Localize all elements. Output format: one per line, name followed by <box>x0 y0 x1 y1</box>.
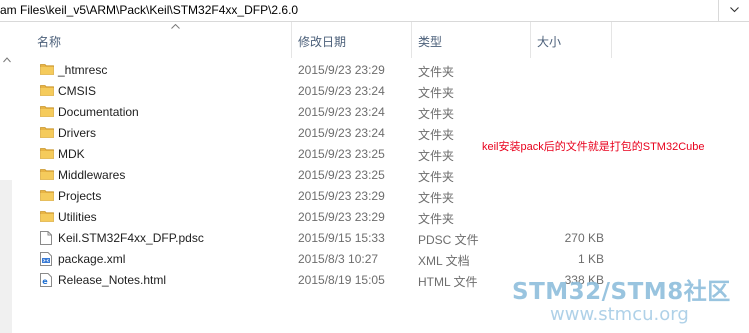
file-date: 2015/9/23 23:25 <box>298 168 385 182</box>
file-row[interactable]: package.xml 2015/8/3 10:27 XML 文档 1 KB <box>34 249 634 270</box>
html-file-icon: e <box>40 273 52 290</box>
file-name[interactable]: Release_Notes.html <box>58 273 166 287</box>
folder-icon <box>40 168 54 183</box>
column-divider[interactable] <box>611 22 612 58</box>
file-name[interactable]: Documentation <box>58 105 139 119</box>
file-date: 2015/9/23 23:25 <box>298 147 385 161</box>
file-type: 文件夹 <box>418 212 455 226</box>
file-type: 文件夹 <box>418 149 455 163</box>
file-row[interactable]: Documentation 2015/9/23 23:24 文件夹 <box>34 102 634 123</box>
column-header-type[interactable]: 类型 <box>412 34 528 60</box>
file-type: 文件夹 <box>418 107 455 121</box>
address-history-dropdown[interactable] <box>718 0 749 22</box>
file-type: 文件夹 <box>418 191 455 205</box>
file-date: 2015/9/15 15:33 <box>298 231 385 245</box>
file-row[interactable]: Middlewares 2015/9/23 23:25 文件夹 <box>34 165 634 186</box>
file-size: 1 KB <box>577 252 604 266</box>
chevron-down-icon <box>730 7 739 13</box>
folder-icon <box>40 84 54 99</box>
file-date: 2015/9/23 23:29 <box>298 189 385 203</box>
column-header-size[interactable]: 大小 <box>531 34 607 60</box>
file-type: 文件夹 <box>418 128 455 142</box>
address-bar[interactable]: am Files\keil_v5\ARM\Pack\Keil\STM32F4xx… <box>0 0 718 22</box>
file-date: 2015/8/3 10:27 <box>298 252 379 266</box>
watermark-url: www.stmcu.org <box>550 304 689 325</box>
navigation-pane-scrollbar[interactable] <box>0 180 12 333</box>
file-date: 2015/9/23 23:24 <box>298 126 385 140</box>
file-name[interactable]: Projects <box>58 189 101 203</box>
file-date: 2015/9/23 23:24 <box>298 84 385 98</box>
file-date: 2015/9/23 23:29 <box>298 210 385 224</box>
file-name[interactable]: Drivers <box>58 126 96 140</box>
file-size: 270 KB <box>564 231 604 245</box>
watermark-title: STM32/STM8社区 <box>512 279 731 305</box>
file-name[interactable]: _htmresc <box>58 63 107 77</box>
folder-icon <box>40 189 54 204</box>
folder-icon <box>40 210 54 225</box>
file-name[interactable]: package.xml <box>58 252 125 266</box>
column-header-row: 名称 修改日期 类型 大小 <box>14 22 749 60</box>
file-type: 文件夹 <box>418 65 455 79</box>
file-row[interactable]: _htmresc 2015/9/23 23:29 文件夹 <box>34 60 634 81</box>
sort-ascending-icon <box>171 24 180 29</box>
file-name[interactable]: Keil.STM32F4xx_DFP.pdsc <box>58 231 204 245</box>
file-type: 文件夹 <box>418 86 455 100</box>
folder-icon <box>40 105 54 120</box>
annotation-note: keil安装pack后的文件就是打包的STM32Cube <box>482 141 705 153</box>
file-type: XML 文档 <box>418 254 470 268</box>
column-header-date[interactable]: 修改日期 <box>292 34 408 60</box>
watermark: STM32/STM8社区 www.stmcu.org <box>512 272 731 325</box>
file-row[interactable]: Utilities 2015/9/23 23:29 文件夹 <box>34 207 634 228</box>
file-name[interactable]: Middlewares <box>58 168 125 182</box>
file-row[interactable]: CMSIS 2015/9/23 23:24 文件夹 <box>34 81 634 102</box>
file-name[interactable]: Utilities <box>58 210 97 224</box>
file-date: 2015/8/19 15:05 <box>298 273 385 287</box>
folder-icon <box>40 147 54 162</box>
file-type: 文件夹 <box>418 170 455 184</box>
folder-icon <box>40 63 54 78</box>
file-type: HTML 文件 <box>418 275 478 289</box>
svg-text:e: e <box>42 277 48 286</box>
address-path[interactable]: am Files\keil_v5\ARM\Pack\Keil\STM32F4xx… <box>0 3 298 17</box>
xml-file-icon <box>40 252 52 269</box>
file-date: 2015/9/23 23:29 <box>298 63 385 77</box>
file-icon <box>40 231 52 248</box>
folder-icon <box>40 126 54 141</box>
file-date: 2015/9/23 23:24 <box>298 105 385 119</box>
file-row[interactable]: Keil.STM32F4xx_DFP.pdsc 2015/9/15 15:33 PD… <box>34 228 634 249</box>
file-name[interactable]: CMSIS <box>58 84 96 98</box>
scroll-up-arrow-icon[interactable] <box>3 57 11 63</box>
file-type: PDSC 文件 <box>418 233 479 247</box>
file-name[interactable]: MDK <box>58 147 85 161</box>
column-header-name[interactable]: 名称 <box>31 34 287 60</box>
file-row[interactable]: Projects 2015/9/23 23:29 文件夹 <box>34 186 634 207</box>
